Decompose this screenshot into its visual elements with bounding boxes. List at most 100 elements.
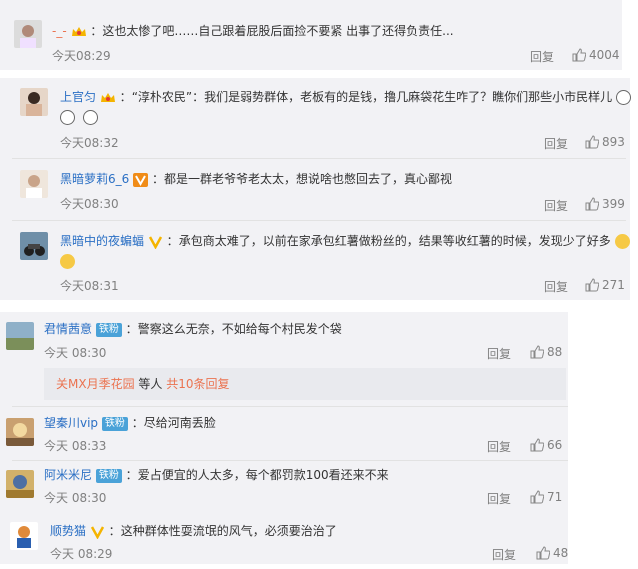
divider xyxy=(12,220,626,221)
reply-button[interactable]: 回复 xyxy=(530,48,554,65)
comment-colon: ： xyxy=(90,24,103,38)
avatar[interactable] xyxy=(20,88,48,116)
comment-time: 今天08:30 xyxy=(60,197,119,211)
comment-author[interactable]: -_- xyxy=(52,24,67,38)
divider xyxy=(12,406,568,407)
comment-time: 今天 08:30 xyxy=(44,346,107,360)
verified-v-icon xyxy=(148,235,162,249)
like-count: 66 xyxy=(547,438,563,452)
like-button[interactable]: 88 xyxy=(530,345,562,359)
thumb-up-icon xyxy=(530,438,544,452)
comment-text: 承包商太难了，以前在家承包红薯做粉丝的，结果等收红薯的时候，发现少了好多 xyxy=(178,234,611,248)
like-button[interactable]: 399 xyxy=(585,197,625,211)
avatar[interactable] xyxy=(14,20,42,48)
comment-line: 顺势猫 ：这种群体性耍流氓的风气，必须要治治了 xyxy=(50,522,337,540)
fan-badge: 铁粉 xyxy=(95,322,122,337)
comment-author[interactable]: 望秦川vip xyxy=(44,416,98,430)
comment-time: 今天 08:30 xyxy=(44,491,107,505)
reply-button[interactable]: 回复 xyxy=(492,546,516,563)
emoji-row xyxy=(60,252,75,270)
like-count: 4004 xyxy=(589,48,620,62)
crown-icon xyxy=(71,26,86,36)
reply-button[interactable]: 回复 xyxy=(487,490,511,507)
emoji-row xyxy=(60,108,98,126)
comment-text: 都是一群老爷爷老太太，想说啥也憋回去了，真心鄙视 xyxy=(163,172,452,186)
like-button[interactable]: 71 xyxy=(530,490,562,504)
like-button[interactable]: 4004 xyxy=(572,48,620,62)
fan-badge: 铁粉 xyxy=(101,416,128,431)
comment-author[interactable]: 黑暗萝莉6_6 xyxy=(60,172,129,186)
comment-4: 黑暗中的夜蝙蝠 ：承包商太难了，以前在家承包红薯做粉丝的，结果等收红薯的时候，发… xyxy=(0,222,638,300)
emoji-icon xyxy=(82,110,98,125)
reply-button[interactable]: 回复 xyxy=(544,197,568,214)
like-button[interactable]: 48 xyxy=(536,546,568,560)
reply-button[interactable]: 回复 xyxy=(544,135,568,152)
comment-7: 阿米米尼 铁粉 ：爱占便宜的人太多，每个都罚款100看还来不来 今天 08:30… xyxy=(0,462,638,512)
avatar[interactable] xyxy=(20,170,48,198)
comment-time: 今天08:32 xyxy=(60,136,119,150)
comment-colon: ： xyxy=(151,172,164,186)
avatar[interactable] xyxy=(6,322,34,350)
comment-author[interactable]: 君情茜意 xyxy=(44,322,92,336)
comment-2: 上官匀 ：“淳朴农民”：我们是弱势群体，老板有的是钱，撸几麻袋花生咋了？瞧你们那… xyxy=(0,78,638,158)
comment-text: 尽给河南丢脸 xyxy=(143,416,216,430)
thumb-up-icon xyxy=(530,490,544,504)
crown-icon xyxy=(100,92,115,102)
thumb-up-icon xyxy=(585,278,599,292)
avatar[interactable] xyxy=(20,232,48,260)
more-replies-link[interactable]: 关MX月季花园 等人 共10条回复 xyxy=(44,368,566,400)
like-count: 271 xyxy=(602,278,625,292)
comment-text: 这也太惨了吧……自己跟着屁股后面捡不要紧 出事了还得负责任... xyxy=(102,24,454,38)
comment-colon: ： xyxy=(108,524,121,538)
comment-line: 黑暗中的夜蝙蝠 ：承包商太难了，以前在家承包红薯做粉丝的，结果等收红薯的时候，发… xyxy=(60,232,630,250)
comment-author[interactable]: 顺势猫 xyxy=(50,524,86,538)
thumb-up-icon xyxy=(536,546,550,560)
comment-line: -_- ：这也太惨了吧……自己跟着屁股后面捡不要紧 出事了还得负责任... xyxy=(52,22,454,40)
like-button[interactable]: 66 xyxy=(530,438,562,452)
like-button[interactable]: 271 xyxy=(585,278,625,292)
divider xyxy=(12,460,568,461)
reply-button[interactable]: 回复 xyxy=(544,278,568,295)
avatar[interactable] xyxy=(10,522,38,550)
verified-v-icon xyxy=(90,525,104,539)
divider xyxy=(12,158,626,159)
like-count: 893 xyxy=(602,135,625,149)
reply-button[interactable]: 回复 xyxy=(487,345,511,362)
thumb-up-icon xyxy=(530,345,544,359)
comment-text: “淳朴农民”：我们是弱势群体，老板有的是钱，撸几麻袋花生咋了？瞧你们那些小市民样… xyxy=(131,90,613,104)
comment-colon: ： xyxy=(125,468,138,482)
emoji-icon xyxy=(60,110,75,125)
comment-author[interactable]: 阿米米尼 xyxy=(44,468,92,482)
thumb-up-icon xyxy=(572,48,586,62)
comment-text: 警察这么无奈，不如给每个村民发个袋 xyxy=(137,322,342,336)
more-replies-users: 关MX月季花园 xyxy=(56,377,135,391)
more-replies-count: 共10条回复 xyxy=(166,377,230,391)
comment-time: 今天08:31 xyxy=(60,279,119,293)
avatar[interactable] xyxy=(6,470,34,498)
comment-1: -_- ：这也太惨了吧……自己跟着屁股后面捡不要紧 出事了还得负责任... 今天… xyxy=(0,0,638,70)
comment-line: 阿米米尼 铁粉 ：爱占便宜的人太多，每个都罚款100看还来不来 xyxy=(44,466,389,484)
emoji-icon xyxy=(615,90,631,105)
like-button[interactable]: 893 xyxy=(585,135,625,149)
comment-line: 上官匀 ：“淳朴农民”：我们是弱势群体，老板有的是钱，撸几麻袋花生咋了？瞧你们那… xyxy=(60,88,631,106)
comment-text: 爱占便宜的人太多，每个都罚款100看还来不来 xyxy=(137,468,389,482)
comment-time: 今天08:29 xyxy=(52,49,111,63)
comment-text: 这种群体性耍流氓的风气，必须要治治了 xyxy=(120,524,337,538)
comment-8: 顺势猫 ：这种群体性耍流氓的风气，必须要治治了 今天 08:29 回复 48 xyxy=(0,514,638,566)
comment-colon: ： xyxy=(131,416,144,430)
verified-v-icon xyxy=(133,172,149,187)
thumb-up-icon xyxy=(585,197,599,211)
fan-badge: 铁粉 xyxy=(95,468,122,483)
like-count: 88 xyxy=(547,345,563,359)
comment-line: 望秦川vip 铁粉 ：尽给河南丢脸 xyxy=(44,414,216,432)
comment-author[interactable]: 上官匀 xyxy=(60,90,96,104)
comment-line: 黑暗萝莉6_6 ：都是一群老爷爷老太太，想说啥也憋回去了，真心鄙视 xyxy=(60,170,452,188)
comment-colon: ： xyxy=(125,322,138,336)
avatar[interactable] xyxy=(6,418,34,446)
like-count: 399 xyxy=(602,197,625,211)
reply-button[interactable]: 回复 xyxy=(487,438,511,455)
comment-time: 今天 08:29 xyxy=(50,547,113,561)
like-count: 71 xyxy=(547,490,563,504)
comment-author[interactable]: 黑暗中的夜蝙蝠 xyxy=(60,234,144,248)
comment-3: 黑暗萝莉6_6 ：都是一群老爷爷老太太，想说啥也憋回去了，真心鄙视 今天08:3… xyxy=(0,160,638,220)
